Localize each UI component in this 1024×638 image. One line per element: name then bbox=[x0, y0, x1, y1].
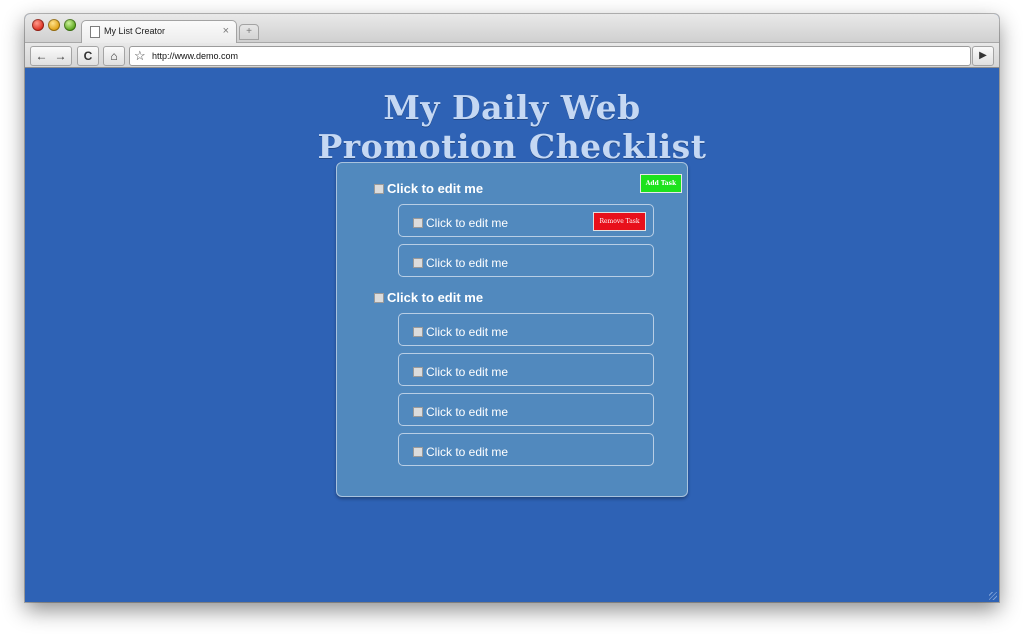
page-title-line2: Promotion Checklist bbox=[317, 127, 707, 166]
group-checkbox[interactable] bbox=[374, 292, 384, 303]
back-forward-buttons: ← → bbox=[30, 46, 72, 66]
forward-arrow-icon[interactable]: → bbox=[51, 47, 70, 65]
checklist-panel: Click to edit me Add Task Click to edit … bbox=[336, 162, 688, 497]
task-item: Click to edit me bbox=[398, 433, 654, 466]
task-content: Click to edit me bbox=[413, 254, 508, 272]
reload-button[interactable]: C bbox=[77, 46, 99, 66]
task-checkbox[interactable] bbox=[413, 257, 423, 268]
task-label[interactable]: Click to edit me bbox=[426, 365, 508, 379]
group-header: Click to edit me Add Task bbox=[374, 174, 682, 198]
url-text[interactable]: http://www.demo.com bbox=[152, 47, 238, 65]
page-title: My Daily Web Promotion Checklist bbox=[25, 88, 999, 166]
home-icon[interactable]: ⌂ bbox=[103, 46, 125, 66]
task-item: Click to edit me bbox=[398, 244, 654, 277]
page-title-line1: My Daily Web bbox=[383, 88, 641, 127]
task-checkbox[interactable] bbox=[413, 446, 423, 457]
bookmark-star-icon[interactable]: ☆ bbox=[134, 47, 146, 65]
group-label[interactable]: Click to edit me bbox=[387, 181, 483, 196]
task-checkbox[interactable] bbox=[413, 406, 423, 417]
task-checkbox[interactable] bbox=[413, 366, 423, 377]
page-content: My Daily Web Promotion Checklist Click t… bbox=[25, 68, 999, 602]
new-tab-button[interactable]: + bbox=[239, 24, 259, 40]
add-task-button[interactable]: Add Task bbox=[640, 174, 682, 193]
task-content: Click to edit me bbox=[413, 443, 508, 461]
task-content: Click to edit me bbox=[413, 214, 508, 232]
task-content: Click to edit me bbox=[413, 363, 508, 381]
address-bar[interactable]: ☆ http://www.demo.com bbox=[129, 46, 971, 66]
task-label[interactable]: Click to edit me bbox=[426, 405, 508, 419]
task-checkbox[interactable] bbox=[413, 217, 423, 228]
task-label[interactable]: Click to edit me bbox=[426, 216, 508, 230]
task-label[interactable]: Click to edit me bbox=[426, 325, 508, 339]
browser-titlebar: My List Creator × + bbox=[25, 14, 999, 43]
close-window-button[interactable] bbox=[32, 19, 44, 31]
browser-window: My List Creator × + ← → C ⌂ ☆ http://www.… bbox=[25, 14, 999, 602]
task-label[interactable]: Click to edit me bbox=[426, 256, 508, 270]
browser-toolbar: ← → C ⌂ ☆ http://www.demo.com ▶ bbox=[25, 43, 999, 68]
resize-grip-icon[interactable] bbox=[989, 592, 997, 600]
document-icon bbox=[90, 26, 100, 38]
task-checkbox[interactable] bbox=[413, 326, 423, 337]
group-checkbox[interactable] bbox=[374, 183, 384, 194]
group-label[interactable]: Click to edit me bbox=[387, 290, 483, 305]
zoom-window-button[interactable] bbox=[64, 19, 76, 31]
tab-close-icon[interactable]: × bbox=[223, 24, 229, 38]
back-arrow-icon[interactable]: ← bbox=[32, 47, 51, 65]
task-content: Click to edit me bbox=[413, 403, 508, 421]
remove-task-button[interactable]: Remove Task bbox=[593, 212, 646, 231]
task-label[interactable]: Click to edit me bbox=[426, 445, 508, 459]
minimize-window-button[interactable] bbox=[48, 19, 60, 31]
task-item: Click to edit me bbox=[398, 353, 654, 386]
task-item: Click to edit me bbox=[398, 393, 654, 426]
task-item: Click to edit me Remove Task bbox=[398, 204, 654, 237]
tab-title: My List Creator bbox=[104, 26, 166, 36]
task-item: Click to edit me bbox=[398, 313, 654, 346]
browser-tab[interactable]: My List Creator × bbox=[81, 20, 237, 43]
group-header: Click to edit me bbox=[374, 289, 664, 307]
task-content: Click to edit me bbox=[413, 323, 508, 341]
go-button[interactable]: ▶ bbox=[972, 46, 994, 66]
